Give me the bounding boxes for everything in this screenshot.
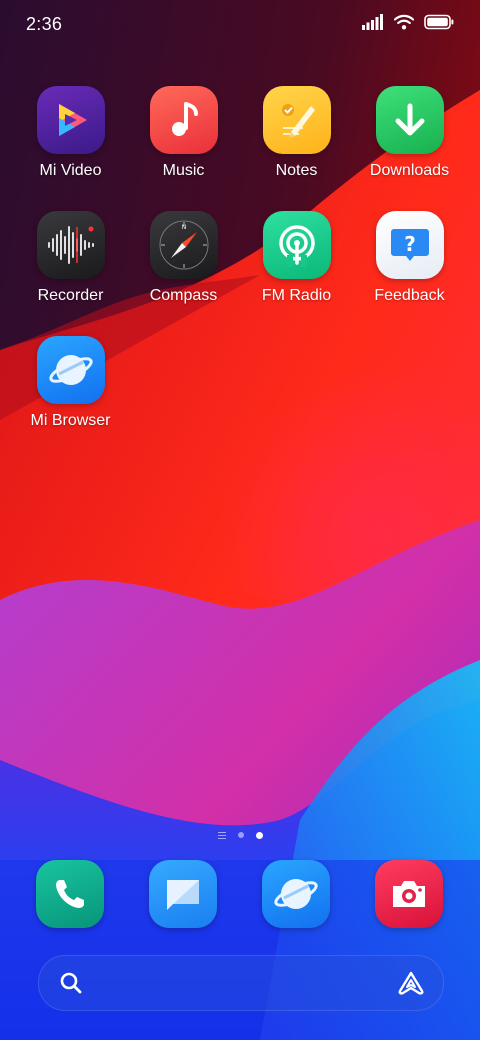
- phone-icon: [36, 860, 104, 928]
- app-fm-radio[interactable]: FM Radio: [240, 211, 353, 331]
- app-label: Mi Browser: [30, 412, 111, 429]
- app-label: Notes: [275, 162, 318, 179]
- battery-icon: [424, 14, 454, 35]
- compass-icon: N: [149, 211, 218, 279]
- app-label: FM Radio: [261, 287, 332, 304]
- list-view-icon[interactable]: [217, 831, 226, 839]
- feedback-icon: ?: [375, 211, 444, 279]
- status-time: 2:36: [26, 14, 63, 34]
- app-notes[interactable]: Notes: [240, 86, 353, 206]
- svg-text:?: ?: [404, 232, 416, 256]
- search-bar[interactable]: [38, 955, 444, 1011]
- browser-icon: [262, 860, 330, 928]
- svg-text:N: N: [181, 224, 186, 231]
- page-dot-1[interactable]: [237, 832, 244, 838]
- app-mi-browser[interactable]: Mi Browser: [14, 336, 127, 456]
- app-compass[interactable]: N Compass: [127, 211, 240, 331]
- app-feedback[interactable]: ? Feedback: [353, 211, 466, 331]
- notes-icon: [262, 86, 331, 154]
- dock-phone[interactable]: [36, 860, 104, 928]
- music-icon: [149, 86, 218, 154]
- app-mi-video[interactable]: Mi Video: [14, 86, 127, 206]
- search-icon[interactable]: [59, 971, 83, 1000]
- app-downloads[interactable]: Downloads: [353, 86, 466, 206]
- app-label: Compass: [149, 287, 218, 304]
- app-music[interactable]: Music: [127, 86, 240, 206]
- camera-icon: [375, 860, 443, 928]
- fm-radio-icon: [262, 211, 331, 279]
- status-bar: 2:36: [0, 0, 480, 50]
- messages-icon: [149, 860, 217, 928]
- app-label: Mi Video: [39, 162, 102, 179]
- dock-camera[interactable]: [375, 860, 443, 928]
- app-label: Feedback: [374, 287, 445, 304]
- downloads-icon: [375, 86, 444, 154]
- assistant-icon[interactable]: [397, 970, 425, 1001]
- mi-video-icon: [36, 86, 105, 154]
- page-dot-2-active[interactable]: [255, 831, 263, 839]
- dock-messages[interactable]: [149, 860, 217, 928]
- status-icons: [362, 14, 454, 35]
- recorder-icon: [36, 211, 105, 279]
- app-label: Music: [162, 162, 205, 179]
- mi-browser-icon: [36, 336, 105, 404]
- signal-icon: [362, 14, 384, 35]
- app-label: Recorder: [37, 287, 104, 304]
- app-label: Downloads: [369, 162, 450, 179]
- page-indicator[interactable]: [0, 828, 480, 842]
- app-recorder[interactable]: Recorder: [14, 211, 127, 331]
- dock-browser[interactable]: [262, 860, 330, 928]
- wifi-icon: [393, 14, 415, 35]
